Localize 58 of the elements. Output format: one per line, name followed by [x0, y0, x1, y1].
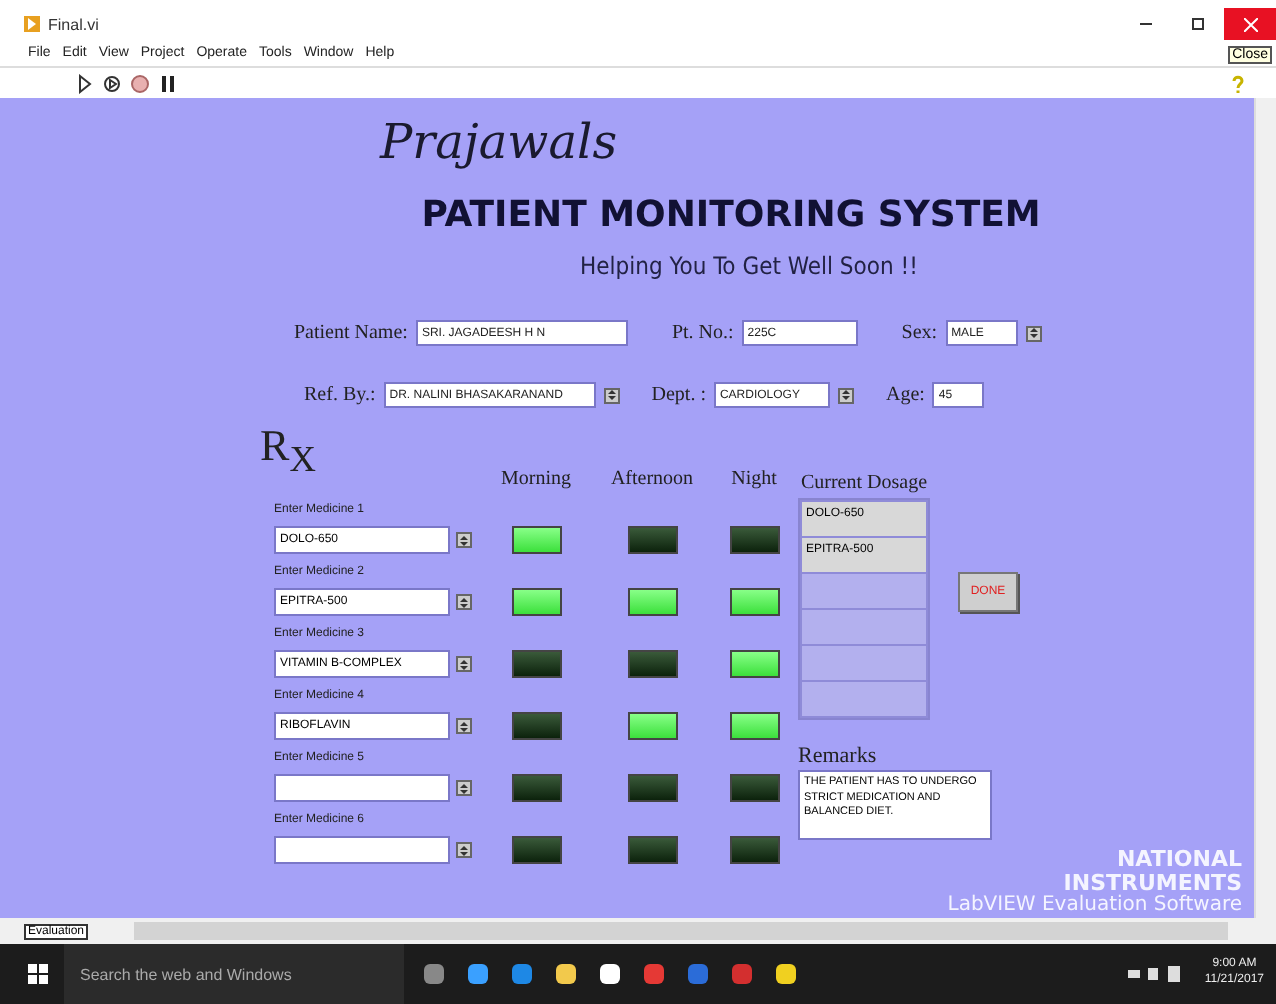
- taskbar-app-icon[interactable]: [552, 960, 580, 988]
- empty-dosage-slot: [802, 574, 926, 608]
- ring-arrows-icon[interactable]: [456, 718, 472, 734]
- rx-symbol: R$_{X}$: [260, 424, 318, 468]
- medicine-field[interactable]: [274, 836, 450, 864]
- dose-time-header: Morning: [501, 468, 571, 490]
- ring-arrows-icon[interactable]: [456, 780, 472, 796]
- vertical-scrollbar[interactable]: [1254, 98, 1276, 918]
- run-arrow-icon[interactable]: [74, 73, 94, 93]
- field-label: Sex:: [901, 322, 938, 344]
- field-label: Age:: [885, 384, 925, 406]
- dose-indicator-led[interactable]: [729, 588, 779, 616]
- dose-indicator-led[interactable]: [627, 588, 677, 616]
- dose-indicator-led[interactable]: [511, 526, 561, 554]
- taskbar-app-icon[interactable]: [596, 960, 624, 988]
- ring-arrows-icon[interactable]: [837, 387, 854, 403]
- app-title: PATIENT MONITORING SYSTEM: [419, 194, 1043, 236]
- dose-indicator-led[interactable]: [729, 650, 779, 678]
- taskbar-app-icon[interactable]: [772, 960, 800, 988]
- empty-dosage-slot: [802, 682, 926, 716]
- run-continuously-icon[interactable]: [102, 73, 122, 93]
- windows-start-icon[interactable]: [28, 964, 48, 984]
- tagline: Helping You To Get Well Soon !!: [580, 252, 920, 280]
- horizontal-scrollbar[interactable]: [134, 922, 1228, 940]
- dose-time-header: Night: [731, 468, 777, 490]
- dosage-label: Current Dosage: [798, 472, 930, 494]
- field-label: Dept. :: [651, 384, 706, 406]
- ring-arrows-icon[interactable]: [603, 387, 620, 403]
- stop-icon[interactable]: [130, 73, 150, 93]
- taskbar-search-field[interactable]: Search the web and Windows: [64, 944, 404, 1004]
- dose-indicator-led[interactable]: [511, 588, 561, 616]
- empty-dosage-slot: [802, 646, 926, 680]
- dose-indicator-led[interactable]: [627, 712, 677, 740]
- field-label: Pt. No.:: [671, 322, 734, 344]
- ring-arrows-icon[interactable]: [456, 656, 472, 672]
- ring-arrows-icon[interactable]: [1025, 325, 1042, 341]
- close-icon: [1243, 17, 1257, 31]
- window-title: Final.vi: [48, 15, 99, 33]
- logo-text: Prajawals: [380, 114, 620, 174]
- ring-arrows-icon[interactable]: [456, 842, 472, 858]
- brand-text: INSTRUMENTS: [1063, 871, 1242, 895]
- dose-time-header: Afternoon: [610, 468, 694, 490]
- restore-icon: [1192, 18, 1204, 30]
- pause-icon[interactable]: [158, 73, 178, 93]
- medicine-field[interactable]: [274, 774, 450, 802]
- brand-text: LabVIEW Evaluation Software: [947, 895, 1242, 916]
- ring-arrows-icon[interactable]: [456, 594, 472, 610]
- empty-dosage-slot: [802, 610, 926, 644]
- dose-indicator-led[interactable]: [729, 712, 779, 740]
- ring-arrows-icon[interactable]: [456, 532, 472, 548]
- field-label: Ref. By.:: [304, 384, 376, 406]
- app-icon: [24, 16, 40, 32]
- taskbar-app-icon[interactable]: [464, 960, 492, 988]
- field-label: Patient Name:: [294, 322, 408, 344]
- brand-text: NATIONAL: [1116, 848, 1242, 872]
- minimize-icon: [1140, 18, 1152, 30]
- close-button[interactable]: [1224, 8, 1276, 40]
- remarks-label: Remarks: [798, 744, 879, 768]
